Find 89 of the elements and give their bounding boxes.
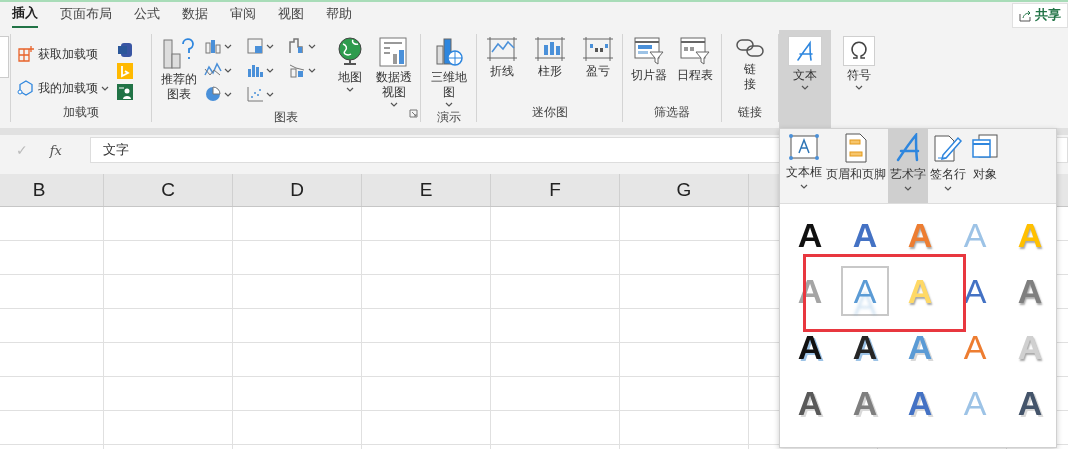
column-header[interactable]: B — [0, 174, 104, 206]
column-header[interactable]: C — [104, 174, 233, 206]
ribbon-tab[interactable]: 帮助 — [326, 3, 352, 27]
pivot-chart-icon — [377, 36, 410, 68]
caret-icon — [389, 102, 398, 107]
caret-icon — [224, 43, 233, 49]
my-addins-button[interactable]: 我的加载项 — [15, 76, 111, 100]
slicer-button[interactable]: 切片器 — [627, 34, 671, 85]
hierarchy-chart-icon — [246, 37, 265, 55]
caret-icon — [855, 85, 863, 90]
group-label: 链接 — [738, 104, 762, 121]
recommended-charts-button[interactable]: 推荐的图表 — [156, 34, 202, 104]
hexagon-icon — [17, 79, 35, 97]
wordart-style[interactable]: A — [786, 210, 834, 260]
link-icon — [735, 36, 765, 60]
group-label: 迷你图 — [531, 104, 568, 121]
wordart-style[interactable]: A — [951, 266, 999, 316]
share-icon — [1019, 8, 1032, 22]
get-addins-button[interactable]: 获取加载项 — [15, 42, 111, 66]
dialog-launcher-icon[interactable] — [409, 109, 418, 118]
text-button[interactable]: 文本 — [779, 30, 831, 128]
caret-icon — [224, 67, 233, 73]
ribbon-tab[interactable]: 公式 — [134, 3, 160, 27]
wordart-style[interactable]: A — [841, 378, 889, 428]
column-header[interactable]: G — [620, 174, 749, 206]
caret-icon — [801, 85, 809, 90]
wordart-style[interactable]: A — [841, 322, 889, 372]
caret-icon — [308, 67, 317, 73]
sparkline-button[interactable]: 盈亏 — [577, 34, 618, 81]
chart-question-icon — [161, 36, 196, 70]
text-menu-item[interactable]: 艺术字 — [888, 129, 928, 203]
app-tile-icon[interactable] — [117, 63, 133, 79]
ribbon-tab[interactable]: 视图 — [278, 3, 304, 27]
ribbon-tab[interactable]: 审阅 — [230, 3, 256, 27]
ribbon-tab[interactable]: 数据 — [182, 3, 208, 27]
caret-icon — [224, 91, 233, 97]
wordart-style[interactable]: A — [841, 210, 889, 260]
column-header[interactable]: E — [362, 174, 491, 206]
app-tile-icon[interactable] — [117, 42, 133, 58]
wordart-style[interactable]: A — [786, 322, 834, 372]
caret-icon — [308, 43, 317, 49]
group-label: 图表 — [274, 109, 298, 126]
column-header[interactable]: D — [233, 174, 362, 206]
caret-icon — [444, 102, 453, 107]
share-button[interactable]: 共享 — [1012, 2, 1068, 28]
pivot-chart-button[interactable]: 数据透视图 — [371, 34, 416, 109]
scatter-chart-icon — [246, 85, 265, 103]
caret-icon — [346, 87, 355, 92]
wordart-style[interactable]: A — [1006, 378, 1054, 428]
cut-off-button[interactable] — [0, 36, 9, 78]
group-label: 筛选器 — [654, 104, 690, 121]
wordart-style[interactable]: A — [1006, 266, 1054, 316]
sparkline-column-icon — [533, 36, 566, 62]
column-chart-icon — [204, 37, 223, 55]
caret-icon — [904, 186, 912, 191]
addin-grid-icon — [17, 45, 35, 63]
sparkline-button[interactable]: 折线 — [481, 34, 522, 81]
caret-icon — [800, 184, 808, 189]
caret-icon — [944, 186, 952, 191]
group-label: 加载项 — [63, 104, 99, 121]
app-tile-icon[interactable] — [117, 84, 133, 100]
omega-icon — [843, 36, 875, 66]
caret-icon — [101, 85, 109, 91]
column-header[interactable]: F — [491, 174, 620, 206]
wordart-style[interactable]: A — [896, 378, 944, 428]
group-label: 演示 — [436, 109, 461, 126]
filter-panel-icon — [633, 36, 665, 66]
wordart-icon — [788, 36, 822, 66]
document-icon — [844, 133, 868, 163]
sparkline-line-icon — [485, 36, 518, 62]
filter-panel-icon — [679, 36, 711, 66]
pen-paper-icon — [933, 133, 963, 163]
sparkline-winloss-icon — [581, 36, 614, 62]
caret-icon — [266, 43, 275, 49]
text-box-icon — [788, 133, 820, 161]
buildings-globe-icon — [433, 36, 464, 68]
wordart-style[interactable]: A — [786, 378, 834, 428]
symbol-button[interactable]: 符号 — [831, 30, 887, 128]
wordart-icon — [895, 133, 921, 163]
caret-icon — [266, 67, 275, 73]
map-3d-button[interactable]: 三维地图 — [426, 34, 471, 109]
pie-chart-icon — [204, 85, 223, 103]
sparkline-button[interactable]: 柱形 — [529, 34, 570, 81]
ribbon-tab[interactable]: 页面布局 — [60, 3, 112, 27]
function-symbol[interactable]: fx — [49, 142, 62, 158]
maps-button[interactable]: 地图 — [331, 34, 370, 94]
link-button[interactable]: 链接 — [731, 34, 769, 94]
timeline-button[interactable]: 日程表 — [673, 34, 717, 85]
caret-icon — [266, 91, 275, 97]
